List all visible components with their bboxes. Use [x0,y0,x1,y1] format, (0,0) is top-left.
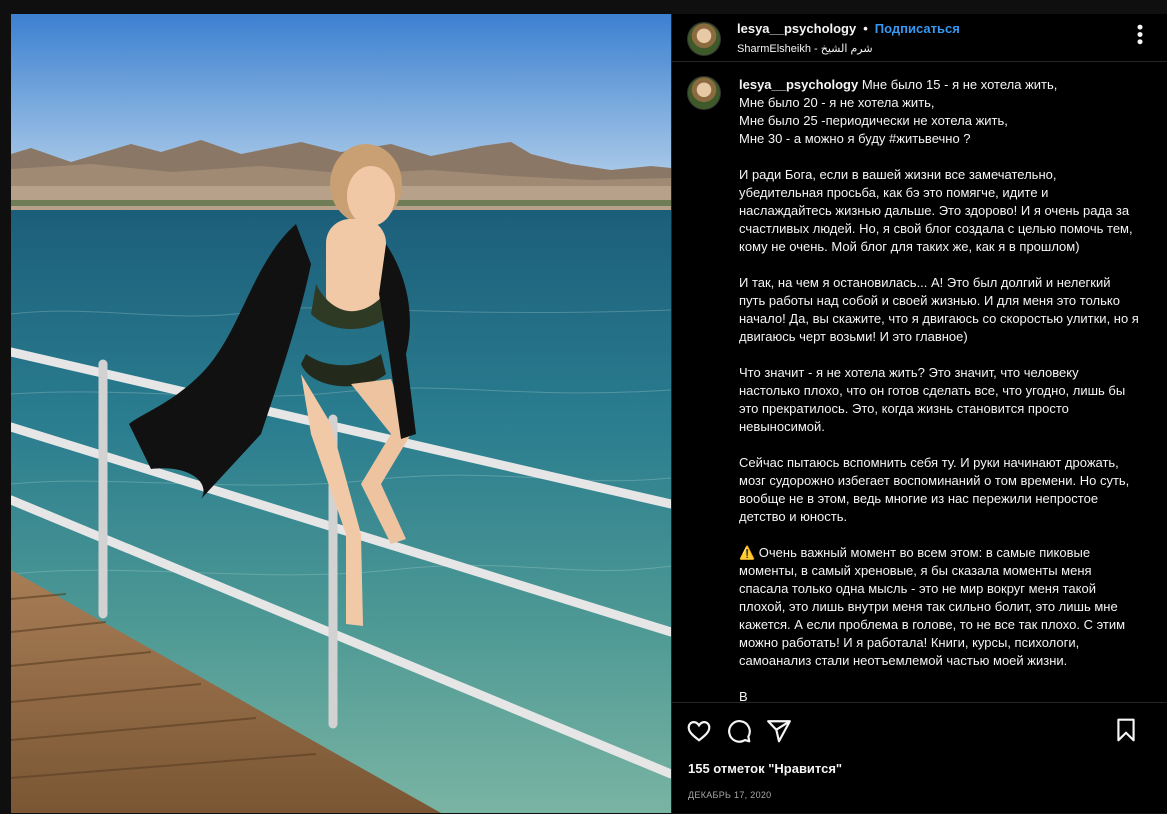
post-date[interactable]: ДЕКАБРЬ 17, 2020 [672,776,1167,800]
action-icons-row [672,703,1167,747]
caption-content: Мне было 15 - я не хотела жить, Мне было… [739,77,1139,702]
beach-photo-illustration [11,14,671,813]
author-username[interactable]: lesya__psychology [737,21,856,36]
post-modal: lesya__psychology • Подписаться SharmEls… [11,14,1167,813]
comments-scroll-area[interactable]: lesya__psychology Мне было 15 - я не хот… [672,62,1167,702]
post-header: lesya__psychology • Подписаться SharmEls… [672,14,1167,62]
post-side-panel: lesya__psychology • Подписаться SharmEls… [671,14,1167,813]
caption-block: lesya__psychology Мне было 15 - я не хот… [672,62,1167,702]
bookmark-icon[interactable] [1113,717,1139,743]
caption-username[interactable]: lesya__psychology [739,77,858,92]
likes-count[interactable]: 155 отметок "Нравится" [672,747,1167,776]
paper-plane-icon[interactable] [766,718,792,744]
heart-icon[interactable] [686,718,712,744]
location-link[interactable]: SharmElsheikh - شرم الشيخ [737,42,960,55]
caption-text: lesya__psychology Мне было 15 - я не хот… [739,76,1139,702]
author-avatar[interactable] [687,22,721,56]
post-photo[interactable] [11,14,671,813]
comment-icon[interactable] [726,718,752,744]
header-separator: • [863,21,868,36]
header-text: lesya__psychology • Подписаться SharmEls… [737,21,960,55]
more-horizontal-icon[interactable]: ••• [1130,24,1150,46]
header-title-line: lesya__psychology • Подписаться [737,21,960,36]
follow-button[interactable]: Подписаться [875,21,960,36]
caption-avatar[interactable] [687,76,721,110]
post-actions: 155 отметок "Нравится" ДЕКАБРЬ 17, 2020 [672,702,1167,814]
